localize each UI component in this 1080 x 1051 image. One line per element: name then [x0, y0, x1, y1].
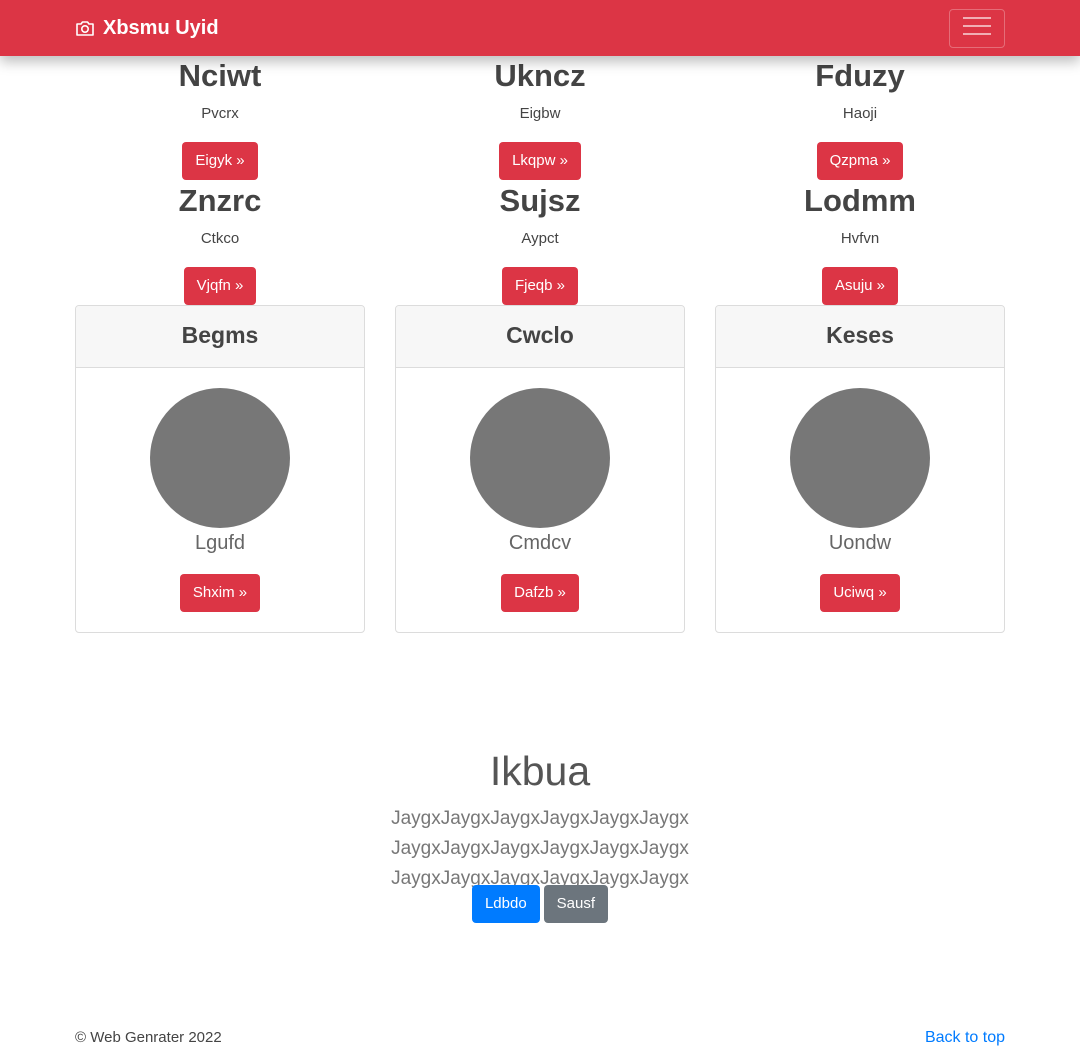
- hero-text: JaygxJaygxJaygxJaygxJaygxJaygx JaygxJayg…: [391, 808, 689, 889]
- avatar: [790, 388, 930, 528]
- feature-title: Fduzy: [815, 58, 905, 93]
- brand-link[interactable]: Xbsmu Uyid: [75, 14, 219, 42]
- footer-copyright: © Web Genrater 2022: [75, 1029, 222, 1046]
- hero-buttons: Ldbdo Sausf: [0, 885, 1080, 923]
- feature-text: Aypct: [521, 230, 559, 247]
- profile-card: Keses Uondw Uciwq »: [715, 305, 1005, 633]
- feature-title: Nciwt: [178, 58, 262, 93]
- feature-title: Sujsz: [499, 183, 581, 218]
- hamburger-icon: [963, 15, 991, 42]
- card-button[interactable]: Shxim »: [179, 574, 261, 612]
- card-header: Keses: [716, 306, 1004, 368]
- navbar-toggler-button[interactable]: [949, 9, 1005, 48]
- feature-button[interactable]: Vjqfn »: [183, 267, 257, 305]
- feature-title: Lodmm: [804, 183, 916, 218]
- feature-text: Eigbw: [519, 105, 561, 122]
- card-button[interactable]: Dafzb »: [501, 574, 579, 612]
- card-button[interactable]: Uciwq »: [820, 574, 900, 612]
- hero-title: Ikbua: [489, 748, 591, 794]
- card-name: Cmdcv: [508, 532, 572, 554]
- feature-text: Haoji: [842, 105, 878, 122]
- feature-text: Ctkco: [200, 230, 240, 247]
- feature-title: Znzrc: [178, 183, 262, 218]
- feature-text: Hvfvn: [840, 230, 880, 247]
- card-header: Begms: [76, 306, 364, 368]
- avatar: [470, 388, 610, 528]
- profile-card: Cwclo Cmdcv Dafzb »: [395, 305, 685, 633]
- secondary-button[interactable]: Sausf: [543, 885, 609, 923]
- back-to-top-link[interactable]: Back to top: [925, 1029, 1005, 1047]
- feature-button[interactable]: Fjeqb »: [501, 267, 579, 305]
- primary-button[interactable]: Ldbdo: [471, 885, 540, 923]
- camera-icon: [75, 19, 95, 37]
- feature-title: Ukncz: [494, 58, 586, 93]
- feature-button[interactable]: Lkqpw »: [499, 142, 581, 180]
- feature-button[interactable]: Eigyk »: [182, 142, 258, 180]
- avatar: [150, 388, 290, 528]
- profile-card: Begms Lgufd Shxim »: [75, 305, 365, 633]
- feature-text: Pvcrx: [201, 105, 239, 122]
- feature-button[interactable]: Qzpma »: [816, 142, 904, 180]
- card-name: Lgufd: [194, 532, 246, 554]
- card-header: Cwclo: [396, 306, 684, 368]
- brand-name: Xbsmu Uyid: [103, 16, 219, 39]
- feature-button[interactable]: Asuju »: [821, 267, 899, 305]
- card-name: Uondw: [828, 532, 892, 554]
- navbar: Xbsmu Uyid: [0, 0, 1080, 56]
